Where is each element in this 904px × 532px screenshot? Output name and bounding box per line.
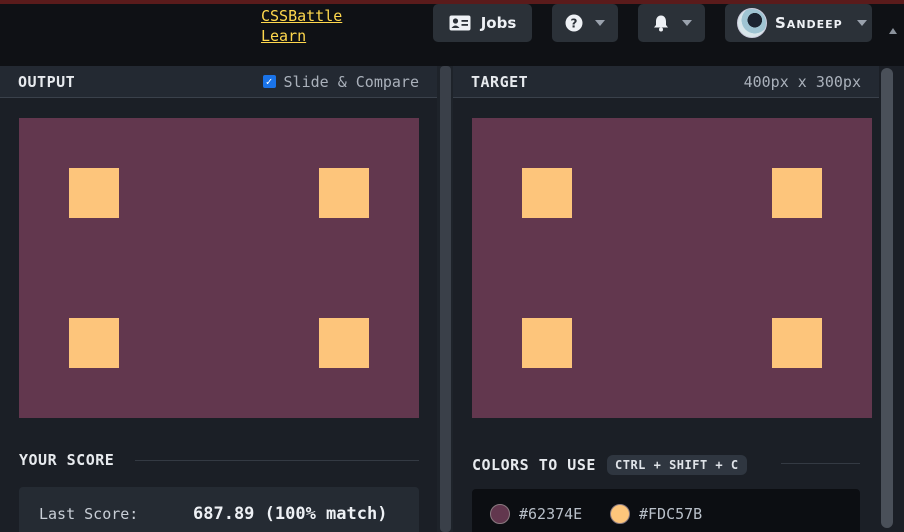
target-square [772,168,822,218]
user-menu-button[interactable]: Sandeep [725,4,872,42]
scroll-up-arrow-icon[interactable] [889,28,897,34]
output-canvas[interactable] [19,118,419,418]
color-hex: #FDC57B [639,505,703,523]
color-hex: #62374E [519,505,583,523]
target-title: TARGET [471,72,529,91]
output-title: OUTPUT [18,72,76,91]
bell-icon [653,15,668,32]
color-swatch[interactable]: #FDC57B [610,504,702,524]
question-circle-icon: ? [565,14,583,32]
learn-link[interactable]: Learn [261,26,342,46]
copy-colors-shortcut-badge: CTRL + SHIFT + C [607,455,747,475]
target-dimensions: 400px x 300px [743,72,861,91]
colors-to-use-heading: COLORS TO USE [472,456,596,474]
chevron-down-icon [681,20,692,26]
target-square [522,168,572,218]
chevron-down-icon [595,20,605,26]
user-name: Sandeep [775,14,843,32]
id-card-icon [449,15,471,31]
output-square [319,168,369,218]
output-square [69,168,119,218]
your-score-heading: YOUR SCORE [19,451,115,469]
output-square [69,318,119,368]
notifications-button[interactable] [638,4,705,42]
target-square [522,318,572,368]
avatar [737,8,767,38]
slide-compare-checkbox[interactable]: ✓ [262,75,276,88]
page-scrollbar-thumb[interactable] [881,68,893,528]
help-menu-button[interactable]: ? [552,4,618,42]
top-navigation-bar: CSSBattle Learn Jobs ? Sandeep [0,4,904,66]
target-panel-header: TARGET 400px x 300px [453,66,879,98]
slide-compare-label: Slide & Compare [283,72,419,91]
divider-line [135,460,419,461]
target-canvas [472,118,872,418]
divider-line [781,463,860,464]
last-score-value: 687.89 (100% match) [193,504,388,524]
cssbattle-link[interactable]: CSSBattle [261,6,342,26]
color-dot [490,504,510,524]
chevron-down-icon [856,20,867,26]
jobs-label: Jobs [480,14,517,32]
svg-text:?: ? [571,17,578,31]
jobs-button[interactable]: Jobs [433,4,532,42]
output-square [319,318,369,368]
panel-resize-handle[interactable] [440,66,451,532]
last-score-label: Last Score: [39,505,139,523]
target-square [772,318,822,368]
output-panel-header: OUTPUT ✓ Slide & Compare [0,66,437,98]
color-dot [610,504,630,524]
slide-compare-toggle[interactable]: ✓ Slide & Compare [262,72,419,91]
nav-links: CSSBattle Learn [261,6,342,46]
color-swatch[interactable]: #62374E [490,504,582,524]
